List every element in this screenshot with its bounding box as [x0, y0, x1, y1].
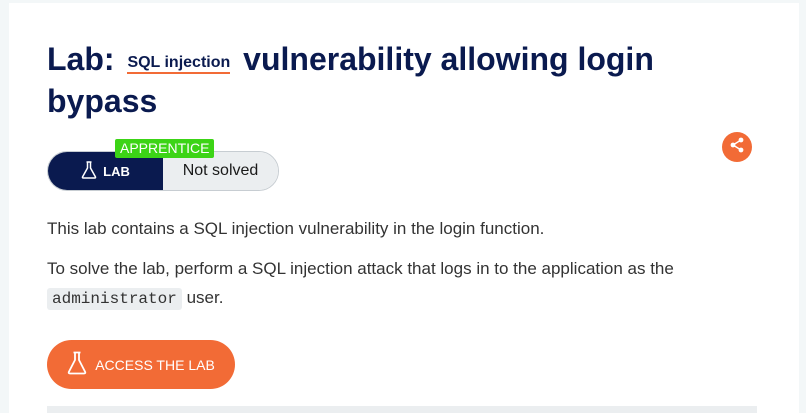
lab-instructions: To solve the lab, perform a SQL injectio…: [47, 254, 747, 314]
lab-label: LAB: [103, 163, 130, 179]
flask-icon: [81, 160, 97, 182]
lab-description: This lab contains a SQL injection vulner…: [47, 219, 545, 238]
title-prefix: Lab:: [47, 41, 115, 77]
access-lab-label: ACCESS THE LAB: [95, 356, 215, 373]
content-divider: [47, 406, 757, 413]
apprentice-badge: APPRENTICE: [115, 139, 215, 158]
page-title: Lab: SQL injection vulnerability allowin…: [47, 40, 747, 120]
instructions-suffix: user.: [186, 288, 224, 307]
lab-card: Lab: SQL injection vulnerability allowin…: [9, 3, 799, 413]
share-icon: [729, 137, 745, 158]
administrator-code: administrator: [47, 288, 182, 310]
instructions-text: To solve the lab, perform a SQL injectio…: [47, 259, 674, 278]
share-button[interactable]: [722, 132, 752, 162]
flask-icon: [67, 351, 87, 378]
sql-injection-term-link[interactable]: SQL injection: [127, 54, 231, 74]
title-rest: vulnerability allowing login bypass: [47, 41, 654, 119]
access-lab-button[interactable]: ACCESS THE LAB: [47, 340, 235, 389]
